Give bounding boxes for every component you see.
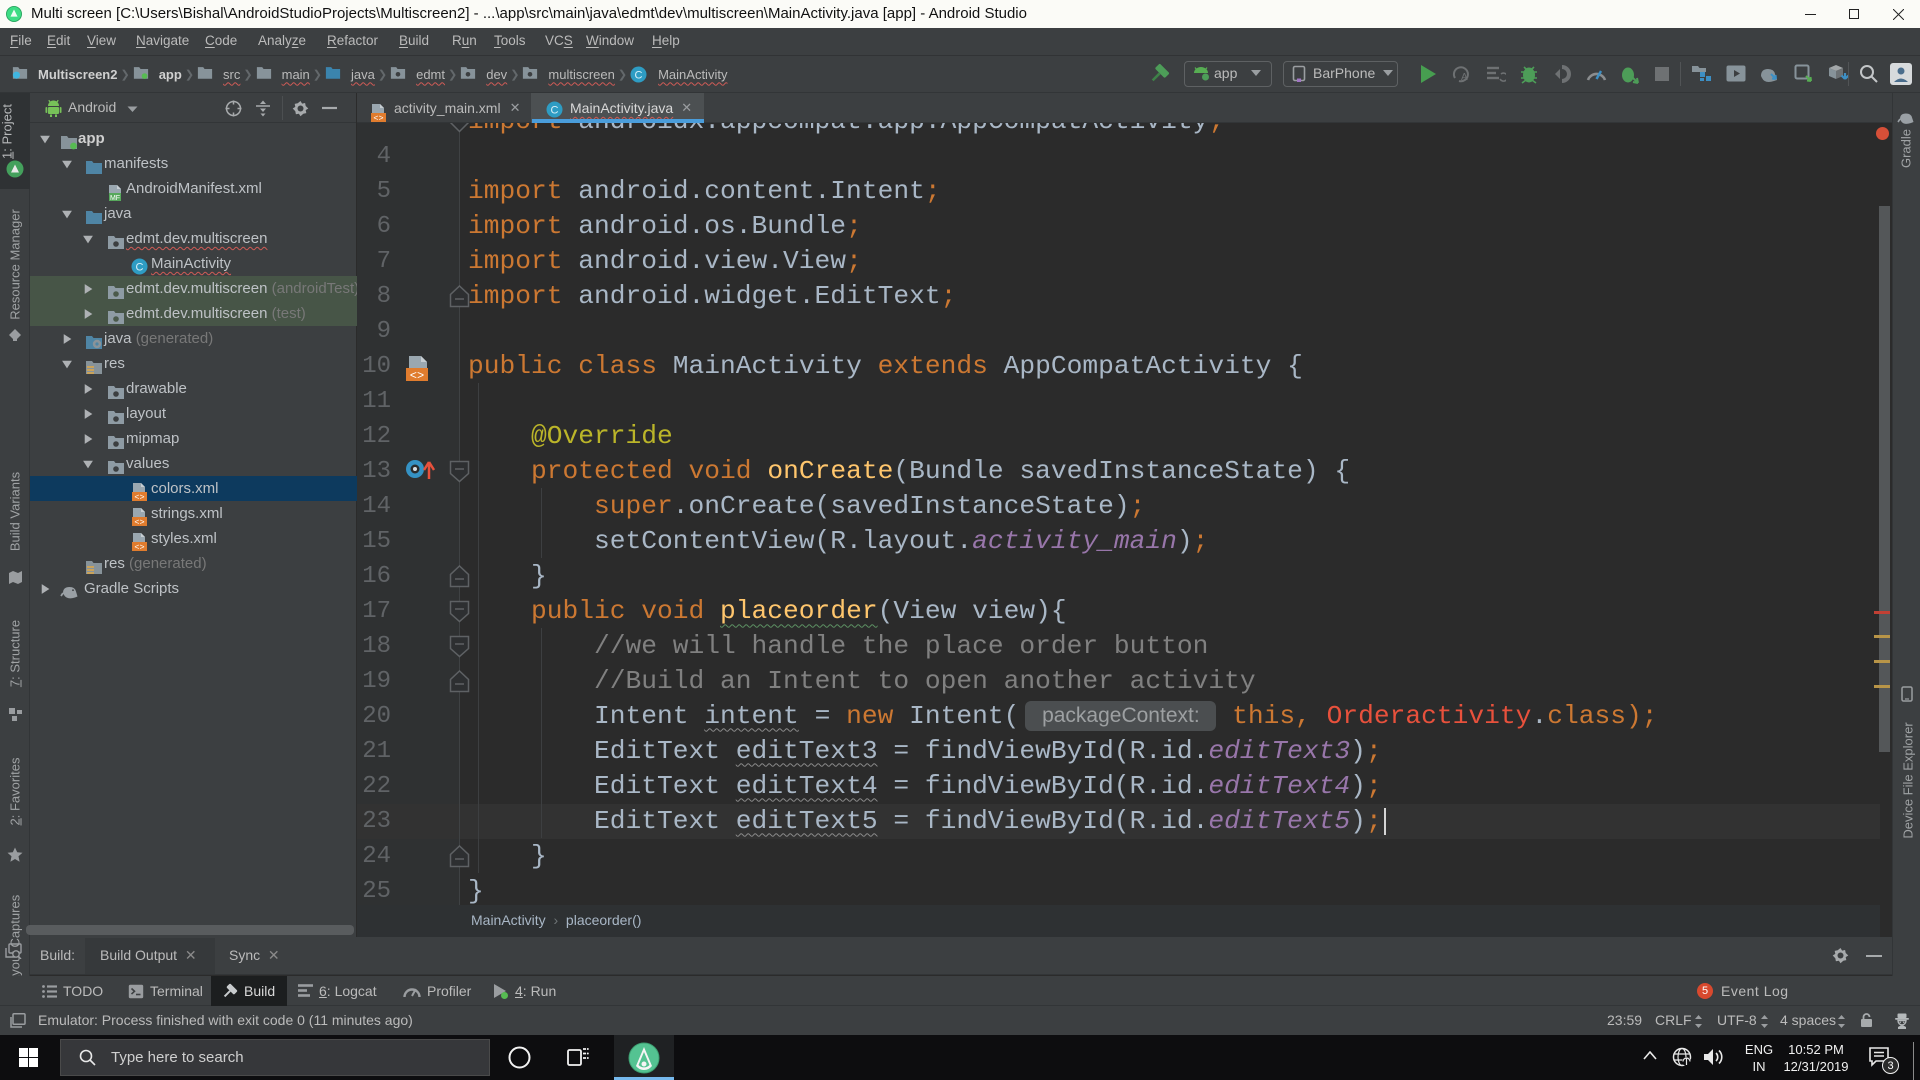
svg-text:C: C (635, 70, 643, 82)
svg-text:C: C (551, 105, 559, 117)
svg-text:<>: <> (410, 369, 424, 383)
svg-text:C: C (136, 261, 144, 273)
svg-text:A: A (1461, 72, 1468, 83)
svg-text:<>: <> (373, 114, 383, 124)
